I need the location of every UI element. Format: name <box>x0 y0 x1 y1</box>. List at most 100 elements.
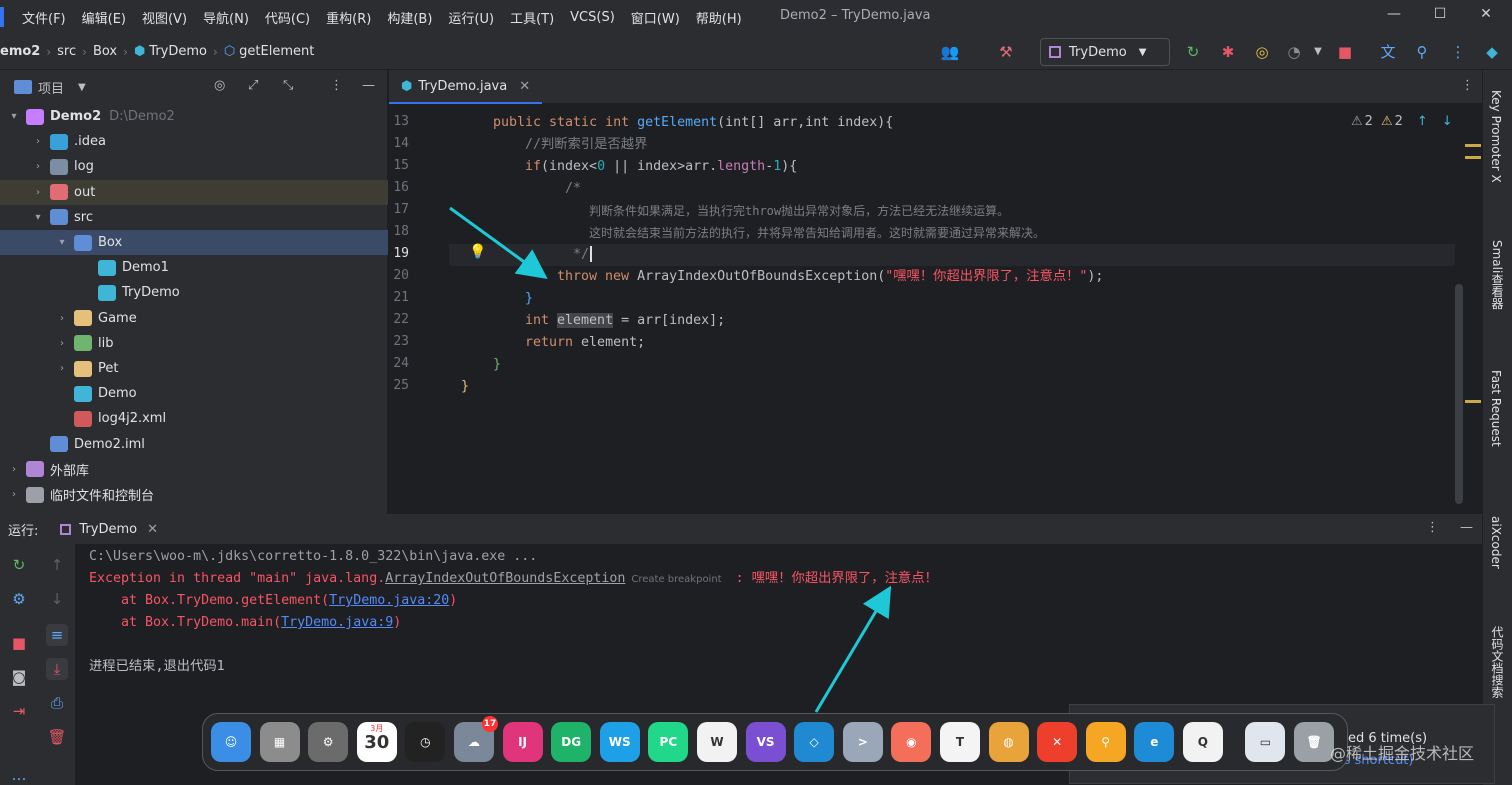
tree-item[interactable]: › Game <box>0 306 388 331</box>
chevron-right-icon[interactable]: › <box>6 489 22 500</box>
line-number[interactable]: 13 <box>389 114 409 129</box>
chevron-right-icon[interactable]: › <box>54 313 70 324</box>
project-panel-title[interactable]: 项目 <box>38 78 64 97</box>
tree-item[interactable]: Demo1 <box>0 255 388 280</box>
debug-icon[interactable]: ✱ <box>1218 42 1238 62</box>
breadcrumb-class[interactable]: ⬢ TryDemo <box>134 44 207 59</box>
dock-app-visual-studio[interactable]: VS <box>745 722 786 762</box>
tree-item[interactable]: › log <box>0 154 388 179</box>
tree-item[interactable]: TryDemo <box>0 280 388 305</box>
search-icon[interactable]: ⚲ <box>1412 42 1432 62</box>
trash-icon[interactable]: 🗑 <box>46 726 68 748</box>
menu-build[interactable]: 构建(B) <box>379 8 440 27</box>
tool-fast-request[interactable]: Fast Request <box>1489 370 1503 447</box>
dock-app-screenshot[interactable]: ◉ <box>891 722 932 762</box>
inspection-widget[interactable]: ⚠ 2 ⚠ 2 ↑ ↓ <box>1351 114 1453 129</box>
arrow-down-icon[interactable]: ↓ <box>46 588 68 610</box>
dock-app-typora[interactable]: T <box>939 722 980 762</box>
tree-item[interactable]: › 临时文件和控制台 <box>0 482 388 507</box>
dock-app-word[interactable]: W <box>696 722 737 762</box>
options-icon[interactable]: ⋮ <box>330 78 343 93</box>
dock-app-datagrip[interactable]: DG <box>551 722 592 762</box>
hide-panel-icon[interactable]: — <box>1460 520 1473 535</box>
run-config-selector[interactable]: TryDemo ▼ <box>1040 38 1170 66</box>
chevron-down-icon[interactable]: ▼ <box>78 82 86 93</box>
tree-item[interactable]: ▾ src <box>0 205 388 230</box>
dock-app-chrome[interactable]: ◍ <box>988 722 1029 762</box>
dock-app-search[interactable]: ⚲ <box>1085 722 1126 762</box>
arrow-down-icon[interactable]: ↓ <box>1442 114 1453 129</box>
dock-app-trash[interactable]: 🗑 <box>1294 722 1335 762</box>
chevron-right-icon[interactable]: › <box>30 187 46 198</box>
tree-item[interactable]: log4j2.xml <box>0 406 388 431</box>
options-icon[interactable]: ⋮ <box>1426 520 1439 535</box>
tree-item[interactable]: › .idea <box>0 129 388 154</box>
tree-item[interactable]: Demo2.iml <box>0 432 388 457</box>
menu-code[interactable]: 代码(C) <box>257 8 318 27</box>
close-tab-icon[interactable]: ✕ <box>519 79 530 94</box>
line-number[interactable]: 18 <box>389 224 409 239</box>
rerun-icon[interactable]: ↻ <box>8 554 30 576</box>
tree-item[interactable]: › Pet <box>0 356 388 381</box>
close-tab-icon[interactable]: ✕ <box>147 522 158 537</box>
tree-item[interactable]: › lib <box>0 331 388 356</box>
dock-app-qq[interactable]: Q <box>1182 722 1223 762</box>
chevron-down-icon[interactable]: ▾ <box>6 111 22 122</box>
tree-item[interactable]: Demo <box>0 381 388 406</box>
expand-icon[interactable]: ⤢ <box>248 78 258 93</box>
chevron-down-icon[interactable]: ▾ <box>54 237 70 248</box>
rerun-icon[interactable]: ↻ <box>1183 42 1203 62</box>
lightbulb-icon[interactable]: 💡 <box>469 244 486 260</box>
dock-app-system-preferences[interactable]: ⚙ <box>308 722 349 762</box>
tab-trydemo-java[interactable]: ⬢ TryDemo.java ✕ <box>389 70 542 104</box>
menu-tools[interactable]: 工具(T) <box>502 8 562 27</box>
menu-help[interactable]: 帮助(H) <box>688 8 750 27</box>
chevron-down-icon[interactable]: ▾ <box>30 212 46 223</box>
scroll-thumb[interactable] <box>1455 284 1463 504</box>
line-number[interactable]: 25 <box>389 378 409 393</box>
line-number[interactable]: 24 <box>389 356 409 371</box>
line-number[interactable]: 15 <box>389 158 409 173</box>
tool-smali[interactable]: Smali查看器 <box>1489 240 1506 309</box>
tree-item[interactable]: ▾ Box <box>0 230 388 255</box>
camera-icon[interactable]: ◙ <box>8 666 30 688</box>
warning-marker[interactable] <box>1465 156 1481 159</box>
chevron-right-icon[interactable]: › <box>30 161 46 172</box>
dock-app-vs-code[interactable]: ◇ <box>794 722 835 762</box>
menu-refactor[interactable]: 重构(R) <box>318 8 379 27</box>
dock-app-finder[interactable]: ☺ <box>211 722 251 762</box>
create-breakpoint-hint[interactable]: Create breakpoint <box>631 574 721 585</box>
chevron-right-icon[interactable]: › <box>54 363 70 374</box>
dock-app-calendar[interactable]: 3月 30 <box>356 722 397 762</box>
chevron-right-icon[interactable]: › <box>54 338 70 349</box>
print-icon[interactable]: ⎙ <box>46 692 68 714</box>
line-number[interactable]: 14 <box>389 136 409 151</box>
trace-link-9[interactable]: TryDemo.java:9 <box>281 615 393 630</box>
translate-icon[interactable]: 文 <box>1378 42 1398 62</box>
tree-item[interactable]: ▾ Demo2 D:\Demo2 <box>0 104 388 129</box>
more-icon[interactable]: … <box>8 764 30 785</box>
breadcrumb-src[interactable]: src <box>57 44 76 59</box>
menu-edit[interactable]: 编辑(E) <box>74 8 134 27</box>
exit-icon[interactable]: ⇥ <box>8 700 30 722</box>
dock-app-window[interactable]: ▭ <box>1245 722 1286 762</box>
line-number[interactable]: 23 <box>389 334 409 349</box>
dock-app-terminal[interactable]: > <box>842 722 883 762</box>
warning-marker[interactable] <box>1465 400 1481 403</box>
arrow-up-icon[interactable]: ↑ <box>1417 114 1428 129</box>
menu-view[interactable]: 视图(V) <box>134 8 195 27</box>
menu-vcs[interactable]: VCS(S) <box>562 10 623 25</box>
tree-item[interactable]: › 外部库 <box>0 457 388 482</box>
breadcrumb-package[interactable]: Box <box>93 44 117 59</box>
settings-icon[interactable]: ⚙ <box>8 588 30 610</box>
dock-app-edge[interactable]: e <box>1134 722 1175 762</box>
line-number[interactable]: 21 <box>389 290 409 305</box>
line-number[interactable]: 17 <box>389 202 409 217</box>
line-number[interactable]: 22 <box>389 312 409 327</box>
dock-app-launchpad[interactable]: ▦ <box>259 722 300 762</box>
exception-class-link[interactable]: ArrayIndexOutOfBoundsException <box>385 571 625 586</box>
dock-app-pycharm[interactable]: PC <box>648 722 689 762</box>
arrow-up-icon[interactable]: ↑ <box>46 554 68 576</box>
stop-icon[interactable]: ■ <box>1335 42 1355 62</box>
dock-app-intellij-idea[interactable]: IJ <box>502 722 543 762</box>
